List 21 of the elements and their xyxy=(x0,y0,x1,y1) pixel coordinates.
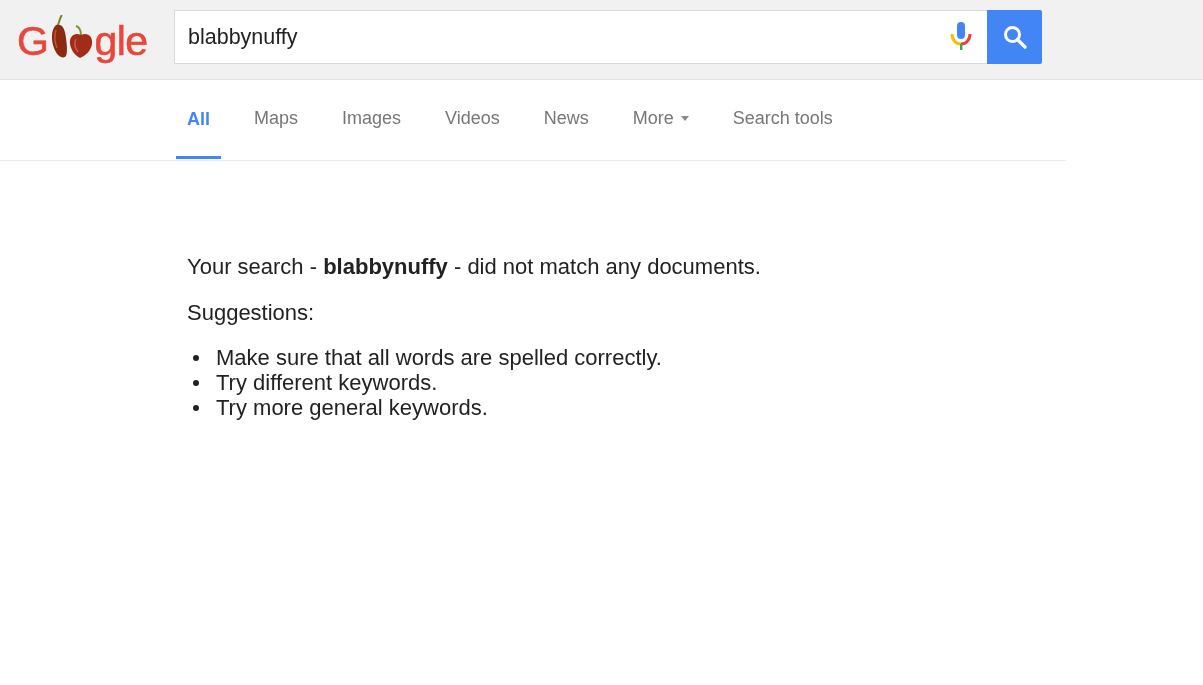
logo-text: G xyxy=(17,17,49,65)
suggestions-heading: Suggestions: xyxy=(187,300,315,326)
nav-tab[interactable]: Videos xyxy=(434,80,511,159)
nav-tab[interactable]: Images xyxy=(331,80,413,159)
bullet-icon xyxy=(193,404,199,411)
suggestion-text: Make sure that all words are spelled correctly. xyxy=(216,344,662,371)
search-icon xyxy=(1002,25,1027,49)
search-field[interactable]: blabbynuffy xyxy=(174,10,987,64)
bullet-icon xyxy=(193,354,199,361)
nav-tab[interactable]: All xyxy=(176,80,221,159)
nav-tab[interactable]: Maps xyxy=(243,80,310,159)
bullet-icon xyxy=(193,379,199,386)
no-results-message: Your search - blabbynuffy - did not match any documents. xyxy=(187,254,761,280)
suggestion-text: Try different keywords. xyxy=(216,369,438,396)
nav-tab[interactable]: More xyxy=(621,80,700,159)
logo-text: gle xyxy=(94,17,148,65)
search-button[interactable] xyxy=(987,10,1042,64)
nav-tab[interactable]: News xyxy=(532,80,600,159)
microphone-icon[interactable] xyxy=(950,22,972,52)
nav-tab[interactable]: Search tools xyxy=(721,80,844,159)
suggestion-text: Try more general keywords. xyxy=(216,394,488,421)
